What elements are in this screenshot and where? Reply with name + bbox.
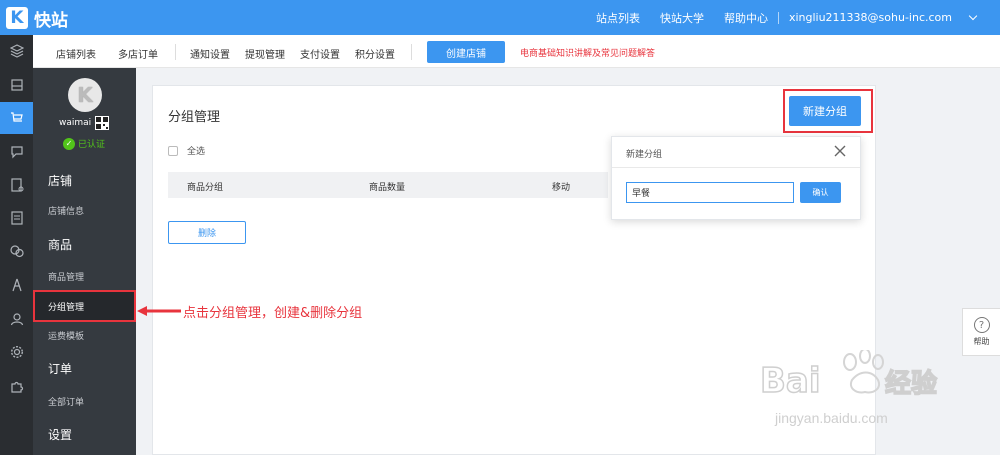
confirm-button[interactable]: 确认 [800, 182, 841, 203]
avatar[interactable]: K [68, 78, 102, 112]
document-edit-icon[interactable] [0, 169, 33, 201]
watermark-url: jingyan.baidu.com [775, 410, 888, 426]
user-email[interactable]: xingliu211338@sohu-inc.com [779, 11, 962, 24]
subnav-points[interactable]: 积分设置 [355, 46, 395, 61]
verified-badge: ✓ 已认证 [63, 137, 105, 150]
shop-sidebar: K waimai ✓ 已认证 店铺 店铺信息 商品 商品管理 分组管理 运费模板… [33, 68, 136, 455]
help-label: 帮助 [973, 337, 990, 346]
avatar-logo: K [77, 83, 93, 107]
group-name-input[interactable] [626, 182, 794, 203]
sidebar-item-all-orders[interactable]: 全部订单 [48, 395, 84, 408]
sidebar-item-goods-manage[interactable]: 商品管理 [48, 270, 84, 283]
gear-icon[interactable] [0, 336, 33, 368]
puzzle-icon[interactable] [0, 371, 33, 403]
subnav-divider [411, 44, 412, 60]
subnav-shop-list[interactable]: 店铺列表 [56, 46, 96, 61]
create-shop-button[interactable]: 创建店铺 [427, 41, 505, 63]
sidebar-item-label: 分组管理 [48, 303, 85, 313]
tower-icon[interactable] [0, 269, 33, 301]
new-group-popover: 新建分组 确认 [611, 136, 861, 220]
sub-nav: 店铺列表 多店订单 通知设置 提现管理 支付设置 积分设置 创建店铺 电商基础知… [33, 35, 1000, 68]
message-icon[interactable] [0, 136, 33, 168]
subnav-divider [175, 44, 176, 60]
qr-code-icon[interactable] [95, 116, 109, 130]
svg-text:经验: 经验 [885, 368, 937, 399]
section-title-orders: 订单 [48, 362, 73, 376]
new-group-button[interactable]: 新建分组 [789, 96, 861, 126]
logo[interactable]: K 快站 [6, 6, 68, 31]
close-icon[interactable] [834, 145, 846, 157]
subnav-withdraw[interactable]: 提现管理 [245, 46, 285, 61]
chevron-down-icon[interactable] [968, 11, 978, 20]
shop-name: waimai [59, 118, 92, 128]
page-title: 分组管理 [168, 110, 221, 125]
section-title-goods: 商品 [48, 238, 73, 252]
select-all-label: 全选 [187, 147, 206, 157]
layers-icon[interactable] [0, 35, 33, 67]
popover-divider [612, 167, 860, 168]
popover-title: 新建分组 [626, 150, 663, 160]
subnav-notification[interactable]: 通知设置 [190, 46, 230, 61]
select-all-checkbox[interactable] [168, 145, 178, 156]
help-icon: ? [973, 317, 990, 333]
section-title-settings: 设置 [48, 428, 73, 442]
subnav-payment[interactable]: 支付设置 [300, 46, 340, 61]
top-nav-help-center[interactable]: 帮助中心 [714, 10, 778, 26]
app-name: 快站 [34, 10, 68, 31]
section-title-shop: 店铺 [48, 174, 73, 188]
top-nav: 站点列表 快站大学 帮助中心 xingliu211338@sohu-inc.co… [586, 0, 978, 35]
sidebar-item-shop-info[interactable]: 店铺信息 [48, 204, 84, 217]
delete-button[interactable]: 删除 [168, 221, 246, 244]
column-header-group: 商品分组 [187, 183, 224, 193]
faq-link[interactable]: 电商基础知识讲解及常见问题解答 [520, 46, 655, 59]
cart-icon[interactable] [0, 102, 33, 134]
store-icon[interactable] [0, 69, 33, 101]
table-header: 商品分组 商品数量 移动 [168, 172, 608, 198]
arrow-icon [137, 306, 181, 316]
column-header-count: 商品数量 [369, 183, 406, 193]
top-nav-university[interactable]: 快站大学 [650, 10, 714, 26]
logo-icon: K [6, 7, 28, 29]
top-bar: K 快站 站点列表 快站大学 帮助中心 xingliu211338@sohu-i… [0, 0, 1000, 35]
sidebar-item-group-manage[interactable]: 分组管理 [33, 290, 136, 322]
top-nav-site-list[interactable]: 站点列表 [586, 10, 650, 26]
svg-text:Bai: Bai [760, 361, 821, 401]
column-header-move: 移动 [552, 183, 571, 193]
annotation-text: 点击分组管理，创建&删除分组 [183, 306, 363, 321]
verified-label: 已认证 [78, 140, 106, 150]
select-all[interactable]: 全选 [168, 144, 205, 157]
check-icon: ✓ [63, 137, 75, 150]
subnav-multi-order[interactable]: 多店订单 [118, 46, 158, 61]
user-icon[interactable] [0, 303, 33, 335]
icon-sidebar [0, 35, 33, 455]
help-widget[interactable]: ? 帮助 [962, 308, 1000, 356]
list-icon[interactable] [0, 202, 33, 234]
sidebar-item-shipping-template[interactable]: 运费模板 [48, 329, 84, 342]
chat-icon[interactable] [0, 235, 33, 267]
